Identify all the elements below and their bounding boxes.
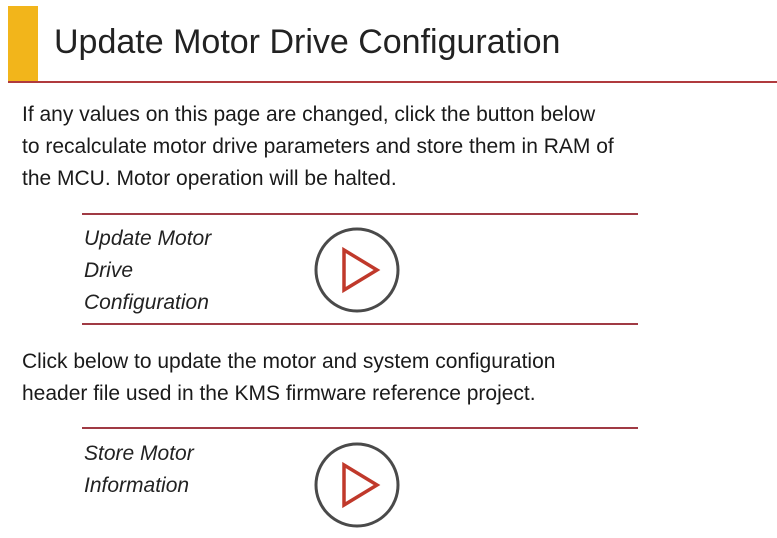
update-description-line: to recalculate motor drive parameters an…: [22, 135, 614, 158]
update-description: If any values on this page are changed, …: [22, 99, 614, 195]
store-motor-label-line: Store Motor: [84, 442, 194, 465]
store-description-line: Click below to update the motor and syst…: [22, 350, 556, 373]
page-title: Update Motor Drive Configuration: [54, 23, 561, 61]
header-divider: [8, 81, 777, 83]
header-accent-bar: [8, 6, 38, 82]
divider: [82, 213, 638, 215]
update-description-line: If any values on this page are changed, …: [22, 103, 596, 126]
divider: [82, 323, 638, 325]
update-description-line: the MCU. Motor operation will be halted.: [22, 167, 397, 190]
store-motor-button[interactable]: [313, 441, 401, 529]
update-config-label-line: Update Motor: [84, 227, 212, 250]
divider: [82, 427, 638, 429]
store-description: Click below to update the motor and syst…: [22, 346, 555, 410]
store-motor-label-line: Information: [84, 474, 190, 497]
play-icon: [314, 227, 400, 313]
page-header: Update Motor Drive Configuration: [0, 0, 777, 83]
update-config-button[interactable]: [313, 226, 401, 314]
play-icon: [314, 442, 400, 528]
update-config-label: Update Motor Drive Configuration: [84, 223, 211, 319]
update-config-label-line: Drive: [84, 259, 134, 282]
store-motor-label: Store Motor Information: [84, 438, 194, 502]
update-config-label-line: Configuration: [84, 291, 209, 314]
store-description-line: header file used in the KMS firmware ref…: [22, 382, 536, 405]
